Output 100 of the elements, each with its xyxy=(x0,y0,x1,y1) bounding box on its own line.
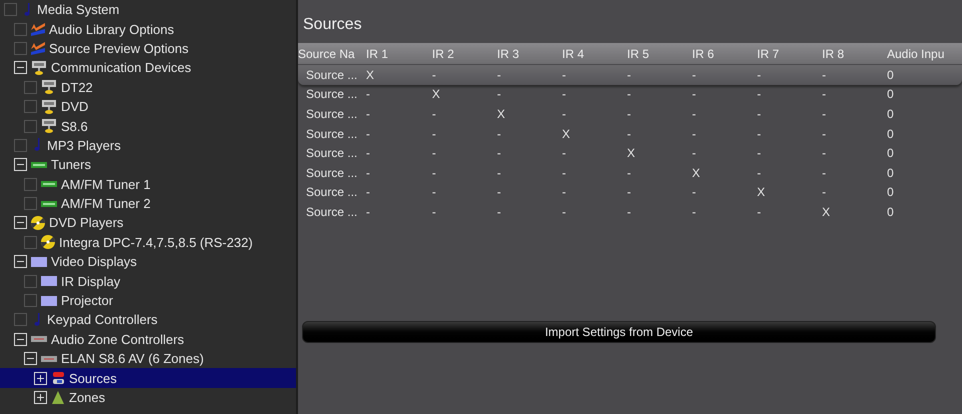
tree-item[interactable]: Projector xyxy=(0,290,296,310)
table-row[interactable]: Source ... X - - - - - - - 0 xyxy=(298,65,962,85)
column-header[interactable]: IR 2 xyxy=(432,44,497,62)
collapse-icon[interactable] xyxy=(14,216,27,230)
table-cell-text: - xyxy=(692,126,697,143)
tree-item[interactable]: DVD xyxy=(0,96,296,116)
table-cell-text: - xyxy=(497,184,502,202)
table-row[interactable]: Source ... - - - - - - X - 0 xyxy=(298,182,962,202)
checkbox[interactable] xyxy=(24,197,37,210)
table-cell-text: 0 xyxy=(887,66,895,84)
tree-item[interactable]: Zones xyxy=(0,388,296,408)
table-cell-text: - xyxy=(757,204,762,221)
checkbox[interactable] xyxy=(24,80,37,94)
checkbox[interactable] xyxy=(14,42,27,55)
collapse-icon[interactable] xyxy=(24,352,37,366)
column-header[interactable]: IR 3 xyxy=(497,44,562,62)
column-header[interactable]: IR 8 xyxy=(822,44,887,62)
plugs-icon xyxy=(50,370,66,386)
table-cell-text: - xyxy=(822,106,827,123)
table-cell-text: 0 xyxy=(887,204,895,221)
tree-label: Tuners xyxy=(51,158,91,172)
collapse-icon[interactable] xyxy=(14,61,27,74)
tree-item[interactable]: S8.6 xyxy=(0,116,296,136)
table-cell-text: - xyxy=(497,126,502,143)
tree-item[interactable]: Video Displays xyxy=(0,252,296,272)
tree-item[interactable]: Keypad Controllers xyxy=(0,310,296,330)
tree-item[interactable]: ELAN S8.6 AV (6 Zones) xyxy=(0,349,296,368)
table-cell-text: - xyxy=(692,86,697,104)
tree-label: Sources xyxy=(69,372,117,385)
checkbox[interactable] xyxy=(24,120,37,133)
checkbox[interactable] xyxy=(24,236,37,249)
table-cell-text: - xyxy=(432,164,437,182)
tree-item[interactable]: DT22 xyxy=(0,78,296,97)
table-cell-text: X xyxy=(692,164,702,182)
checkbox[interactable] xyxy=(14,22,27,36)
tree-item[interactable]: AM/FM Tuner 1 xyxy=(0,174,296,194)
column-header[interactable]: IR 6 xyxy=(692,44,757,62)
tree-item[interactable]: Tuners xyxy=(0,155,296,175)
tree-item[interactable]: AM/FM Tuner 2 xyxy=(0,194,296,214)
table-row[interactable]: Source ... - - X - - - - - 0 xyxy=(298,104,962,124)
import-button[interactable]: Import Settings from Device xyxy=(302,320,936,343)
table-cell-text: - xyxy=(692,106,697,123)
column-header[interactable]: Audio Inpu xyxy=(887,44,962,62)
table-cell-text: Source ... xyxy=(305,86,358,104)
table-cell-text: - xyxy=(432,106,437,123)
tree-label: AM/FM Tuner 2 xyxy=(61,197,151,210)
table-cell-text: 0 xyxy=(887,106,895,123)
tree-item[interactable]: Audio Zone Controllers xyxy=(0,330,296,350)
collapse-icon[interactable] xyxy=(14,158,27,172)
expand-icon[interactable] xyxy=(34,372,47,385)
column-header[interactable]: Source Na xyxy=(298,44,366,62)
checkbox[interactable] xyxy=(24,178,37,191)
table-row[interactable]: Source ... - - - - - X - - 0 xyxy=(298,162,962,183)
table-row[interactable]: Source ... - X - - - - - - 0 xyxy=(298,84,962,104)
table-cell-text: - xyxy=(822,145,827,162)
checkbox[interactable] xyxy=(14,313,27,326)
tree-item[interactable]: Communication Devices xyxy=(0,58,296,78)
table-cell-text: - xyxy=(757,106,762,123)
collapse-icon[interactable] xyxy=(14,255,27,268)
column-header[interactable]: IR 4 xyxy=(562,44,627,62)
checkbox[interactable] xyxy=(14,138,27,152)
table-cell-text: Source ... xyxy=(305,184,358,202)
tree-item[interactable]: MP3 Players xyxy=(0,136,296,156)
checkbox[interactable] xyxy=(24,100,37,114)
table-cell-text: X xyxy=(366,66,376,84)
table-row[interactable]: Source ... - - - - - - - X 0 xyxy=(298,202,962,222)
swoosh-icon xyxy=(30,40,46,56)
table-cell-text: - xyxy=(692,145,697,162)
tree-label: MP3 Players xyxy=(47,138,121,152)
table-row[interactable]: Source ... - - - X - - - - 0 xyxy=(298,124,962,144)
table-cell-text: - xyxy=(562,145,567,162)
checkbox[interactable] xyxy=(24,274,37,288)
table-row[interactable]: Source ... - - - - X - - - 0 xyxy=(298,143,962,163)
tree-item[interactable]: IR Display xyxy=(0,271,296,291)
checkbox[interactable] xyxy=(4,3,17,16)
tree-label: DVD xyxy=(61,100,88,114)
collapse-icon[interactable] xyxy=(14,332,27,346)
column-header[interactable]: IR 5 xyxy=(627,44,692,62)
tree-item[interactable]: Source Preview Options xyxy=(0,38,296,58)
table-cell-text: - xyxy=(627,106,632,123)
tree-label: Projector xyxy=(61,294,114,308)
table-cell-text: 0 xyxy=(887,184,895,202)
table-cell-text: - xyxy=(822,164,827,182)
table-cell-text: - xyxy=(627,204,632,221)
checkbox[interactable] xyxy=(24,294,37,308)
tree-item[interactable]: Media System xyxy=(0,0,296,20)
table-cell-text: - xyxy=(432,184,437,202)
table-cell-text: - xyxy=(757,126,762,143)
expand-icon[interactable] xyxy=(34,391,47,404)
column-header[interactable]: IR 1 xyxy=(366,44,432,62)
tree-item[interactable]: DVD Players xyxy=(0,213,296,233)
table-cell-text: - xyxy=(497,164,502,182)
table-cell-text: 0 xyxy=(887,126,895,143)
tree-item[interactable]: Integra DPC-7.4,7.5,8.5 (RS-232) xyxy=(0,232,296,252)
column-header[interactable]: IR 7 xyxy=(757,44,822,62)
table-cell-text: - xyxy=(366,126,371,143)
tree-item[interactable]: Audio Library Options xyxy=(0,19,296,39)
table-cell-text: - xyxy=(432,126,437,143)
tree-item[interactable]: Sources xyxy=(0,368,296,388)
table-cell-text: - xyxy=(432,66,437,84)
